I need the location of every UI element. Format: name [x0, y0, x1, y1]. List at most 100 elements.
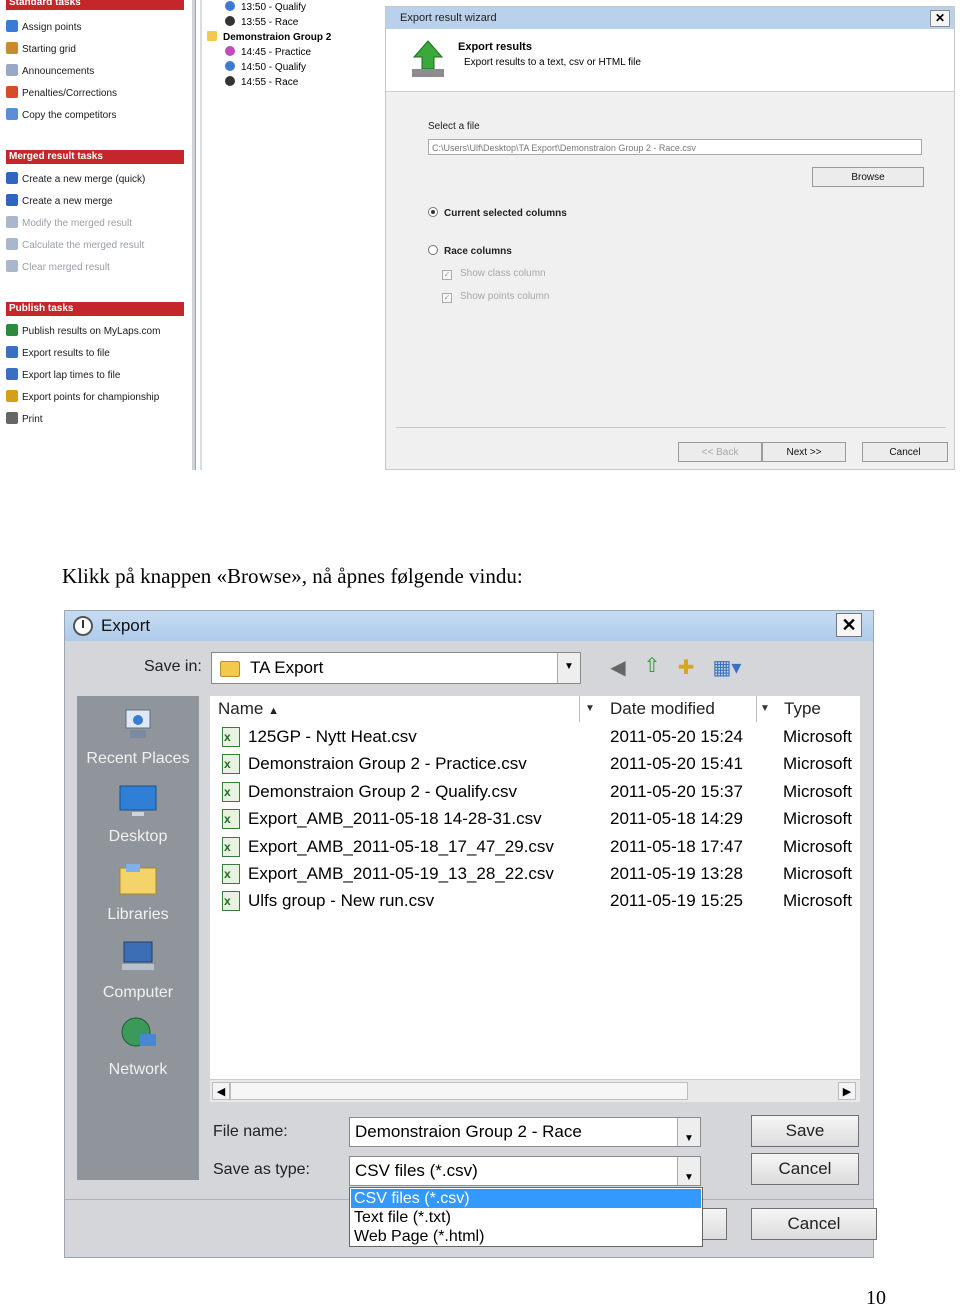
- panel-splitter[interactable]: [192, 0, 196, 470]
- file-name-value: Demonstraion Group 2 - Race: [355, 1122, 582, 1141]
- task-item[interactable]: Publish results on MyLaps.com: [6, 324, 160, 340]
- scroll-right-icon[interactable]: ▶: [838, 1082, 856, 1100]
- option-txt[interactable]: Text file (*.txt): [351, 1208, 701, 1227]
- up-folder-icon[interactable]: ⇧: [639, 653, 665, 679]
- cancel-button-behind[interactable]: Cancel: [751, 1208, 877, 1240]
- task-label: Announcements: [22, 66, 95, 77]
- save-button[interactable]: Save: [751, 1115, 859, 1147]
- place-computer[interactable]: Computer: [77, 984, 199, 1002]
- select-file-label: Select a file: [428, 121, 480, 132]
- view-menu-icon[interactable]: ▦▾: [707, 655, 747, 681]
- task-item[interactable]: Export points for championship: [6, 390, 159, 406]
- file-row[interactable]: Export_AMB_2011-05-18 14-28-31.csv 2011-0…: [210, 805, 860, 833]
- checkbox-icon: ✓: [442, 293, 452, 303]
- tree-item[interactable]: 14:50 - Qualify: [225, 60, 306, 75]
- file-date: 2011-05-20 15:24: [610, 727, 743, 746]
- dialog-frame: Export ✕ Save in: TA Export ▼ ◀ ⇧ ✚ ▦▾ R…: [64, 610, 877, 1258]
- task-item[interactable]: Penalties/Corrections: [6, 86, 117, 102]
- save-type-dropdown-list: CSV files (*.csv) Text file (*.txt) Web …: [349, 1187, 703, 1247]
- merge-icon: [6, 216, 18, 228]
- option-csv[interactable]: CSV files (*.csv): [351, 1189, 701, 1208]
- wizard-cancel-button[interactable]: Cancel: [862, 442, 948, 462]
- file-name-input[interactable]: Demonstraion Group 2 - Race ▼: [349, 1117, 701, 1147]
- task-item[interactable]: Clear merged result: [6, 260, 110, 276]
- column-dropdown-icon[interactable]: ▼: [757, 698, 773, 720]
- radio-empty-icon: [428, 245, 438, 255]
- file-type: Microsoft: [783, 754, 852, 774]
- file-path-field[interactable]: C:\Users\Ulf\Desktop\TA Export\Demonstra…: [428, 139, 922, 155]
- task-item[interactable]: Assign points: [6, 20, 81, 36]
- option-html[interactable]: Web Page (*.html): [351, 1227, 701, 1246]
- task-item[interactable]: Starting grid: [6, 42, 76, 58]
- file-row[interactable]: Demonstraion Group 2 - Qualify.csv 2011-0…: [210, 778, 860, 806]
- trophy-icon: [6, 390, 18, 402]
- task-label: Modify the merged result: [22, 218, 133, 229]
- wizard-close-button[interactable]: ✕: [930, 10, 950, 27]
- tree-item[interactable]: 13:50 - Qualify: [225, 0, 306, 15]
- new-folder-icon[interactable]: ✚: [673, 655, 699, 681]
- task-header-standard: Standard tasks: [6, 0, 184, 10]
- dialog-close-button[interactable]: ✕: [836, 613, 862, 637]
- save-type-select[interactable]: CSV files (*.csv) ▼: [349, 1156, 701, 1186]
- task-item[interactable]: Print: [6, 412, 43, 428]
- file-row[interactable]: Demonstraion Group 2 - Practice.csv 2011-…: [210, 750, 860, 778]
- place-recent[interactable]: Recent Places: [77, 750, 199, 768]
- radio-current-columns[interactable]: Current selected columns: [428, 207, 567, 219]
- tree-item[interactable]: 14:45 - Practice: [225, 45, 311, 60]
- tree-item[interactable]: 14:55 - Race: [225, 75, 298, 90]
- task-label: Publish results on MyLaps.com: [22, 326, 161, 337]
- column-header-type[interactable]: Type: [776, 696, 860, 722]
- horizontal-scrollbar[interactable]: ◀ ▶: [210, 1079, 860, 1102]
- chevron-down-icon[interactable]: ▼: [557, 653, 580, 683]
- save-in-value: TA Export: [250, 658, 324, 677]
- csv-file-icon: [222, 751, 240, 778]
- task-item[interactable]: Announcements: [6, 64, 94, 80]
- task-item[interactable]: Export results to file: [6, 346, 110, 362]
- dialog-title: Export: [101, 616, 151, 635]
- chevron-down-icon[interactable]: ▼: [677, 1157, 700, 1185]
- merge-icon: [6, 238, 18, 250]
- file-name-label: File name:: [213, 1123, 288, 1140]
- chevron-down-icon[interactable]: ▼: [677, 1118, 700, 1146]
- session-icon: [225, 1, 235, 11]
- csv-file-icon: [222, 888, 240, 915]
- column-dropdown-icon[interactable]: ▼: [582, 698, 598, 720]
- place-libraries[interactable]: Libraries: [77, 906, 199, 924]
- task-item[interactable]: Create a new merge: [6, 194, 113, 210]
- export-wizard-screenshot: Standard tasks Assign points Starting gri…: [0, 0, 960, 470]
- place-network[interactable]: Network: [77, 1061, 199, 1079]
- tree-item[interactable]: Demonstraion Group 2: [207, 30, 331, 45]
- back-button[interactable]: << Back: [678, 442, 762, 462]
- checkbox-points-column[interactable]: ✓ Show points column: [442, 291, 550, 303]
- next-button[interactable]: Next >>: [762, 442, 846, 462]
- radio-race-columns[interactable]: Race columns: [428, 245, 512, 257]
- file-row[interactable]: Export_AMB_2011-05-18_17_47_29.csv 2011-0…: [210, 833, 860, 861]
- checkbox-class-column[interactable]: ✓ Show class column: [442, 268, 546, 280]
- file-row[interactable]: Export_AMB_2011-05-19_13_28_22.csv 2011-0…: [210, 860, 860, 888]
- column-header-date[interactable]: Date modified: [602, 696, 757, 722]
- scroll-left-icon[interactable]: ◀: [212, 1082, 230, 1100]
- file-date: 2011-05-20 15:41: [610, 754, 743, 774]
- tree-item[interactable]: 13:55 - Race: [225, 15, 298, 30]
- place-desktop[interactable]: Desktop: [77, 828, 199, 846]
- scrollbar-thumb[interactable]: [230, 1082, 688, 1100]
- merge-icon: [6, 172, 18, 184]
- save-in-dropdown[interactable]: TA Export ▼: [211, 652, 581, 684]
- column-header-name[interactable]: Name ▲: [210, 696, 580, 722]
- export-arrow-icon: [412, 40, 444, 77]
- task-item[interactable]: Copy the competitors: [6, 108, 117, 124]
- task-item[interactable]: Calculate the merged result: [6, 238, 144, 254]
- task-label: Print: [22, 414, 43, 425]
- cancel-button[interactable]: Cancel: [751, 1153, 859, 1185]
- file-list: Name ▲ ▼ Date modified ▼ Type 125GP - Ny…: [210, 696, 860, 1082]
- file-name: Export_AMB_2011-05-19_13_28_22.csv: [248, 864, 554, 883]
- csv-file-icon: [222, 779, 240, 806]
- task-item[interactable]: Modify the merged result: [6, 216, 132, 232]
- task-label: Export lap times to file: [22, 370, 121, 381]
- task-item[interactable]: Create a new merge (quick): [6, 172, 145, 188]
- browse-button[interactable]: Browse: [812, 167, 924, 187]
- task-item[interactable]: Export lap times to file: [6, 368, 120, 384]
- file-row[interactable]: 125GP - Nytt Heat.csv 2011-05-20 15:24 Mic…: [210, 723, 860, 751]
- file-row[interactable]: Ulfs group - New run.csv 2011-05-19 15:25…: [210, 887, 860, 915]
- back-icon[interactable]: ◀: [605, 655, 631, 681]
